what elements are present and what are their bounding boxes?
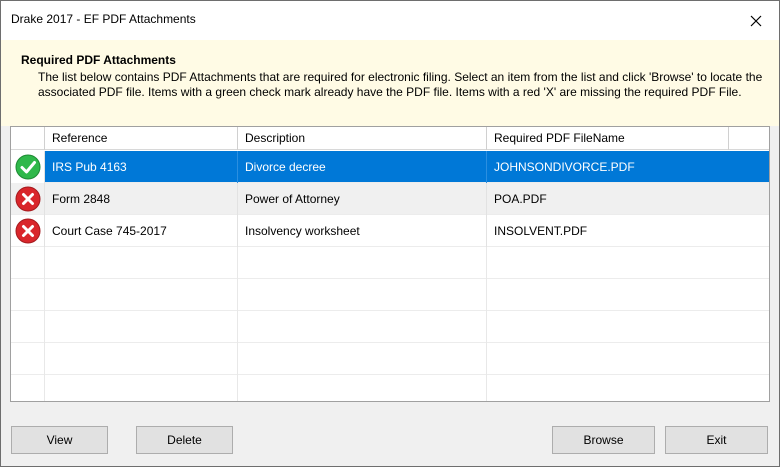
- table-row[interactable]: Court Case 745-2017 Insolvency worksheet…: [11, 215, 769, 247]
- empty-row: [11, 343, 769, 375]
- description-cell: Insolvency worksheet: [238, 215, 487, 247]
- status-cell: [11, 215, 45, 247]
- table-row[interactable]: IRS Pub 4163 Divorce decree JOHNSONDIVOR…: [11, 151, 769, 183]
- description-cell: Divorce decree: [238, 151, 487, 183]
- view-button[interactable]: View: [11, 426, 108, 454]
- close-button[interactable]: [733, 1, 779, 40]
- empty-row: [11, 375, 769, 401]
- status-cell: [11, 183, 45, 215]
- description-cell: Power of Attorney: [238, 183, 487, 215]
- info-panel: Required PDF Attachments The list below …: [1, 40, 779, 126]
- close-icon: [750, 15, 762, 26]
- filename-cell: INSOLVENT.PDF: [494, 224, 588, 238]
- error-x-icon: [15, 186, 40, 212]
- window-title: Drake 2017 - EF PDF Attachments: [11, 12, 196, 26]
- reference-cell: Form 2848: [45, 183, 238, 215]
- info-description: The list below contains PDF Attachments …: [38, 70, 763, 99]
- empty-row: [11, 311, 769, 343]
- attachments-grid[interactable]: Reference Description Required PDF FileN…: [10, 126, 770, 402]
- column-header-description[interactable]: Description: [238, 127, 487, 150]
- filename-cell: JOHNSONDIVORCE.PDF: [494, 160, 635, 174]
- browse-button[interactable]: Browse: [552, 426, 655, 454]
- attachments-dialog: Drake 2017 - EF PDF Attachments Required…: [0, 0, 780, 467]
- error-x-icon: [15, 218, 40, 244]
- column-header-reference[interactable]: Reference: [45, 127, 238, 150]
- grid-header: Reference Description Required PDF FileN…: [11, 127, 769, 150]
- filename-cell: POA.PDF: [494, 192, 547, 206]
- reference-cell: Court Case 745-2017: [45, 215, 238, 247]
- exit-button[interactable]: Exit: [665, 426, 768, 454]
- table-row[interactable]: Form 2848 Power of Attorney POA.PDF: [11, 183, 769, 215]
- column-header-filename[interactable]: Required PDF FileName: [487, 127, 729, 150]
- title-bar[interactable]: Drake 2017 - EF PDF Attachments: [1, 1, 779, 40]
- delete-button[interactable]: Delete: [136, 426, 233, 454]
- status-cell: [11, 151, 45, 183]
- empty-row: [11, 279, 769, 311]
- empty-row: [11, 247, 769, 279]
- column-header-status[interactable]: [11, 127, 45, 150]
- info-title: Required PDF Attachments: [21, 53, 176, 67]
- reference-cell: IRS Pub 4163: [45, 151, 238, 183]
- check-icon: [15, 154, 40, 180]
